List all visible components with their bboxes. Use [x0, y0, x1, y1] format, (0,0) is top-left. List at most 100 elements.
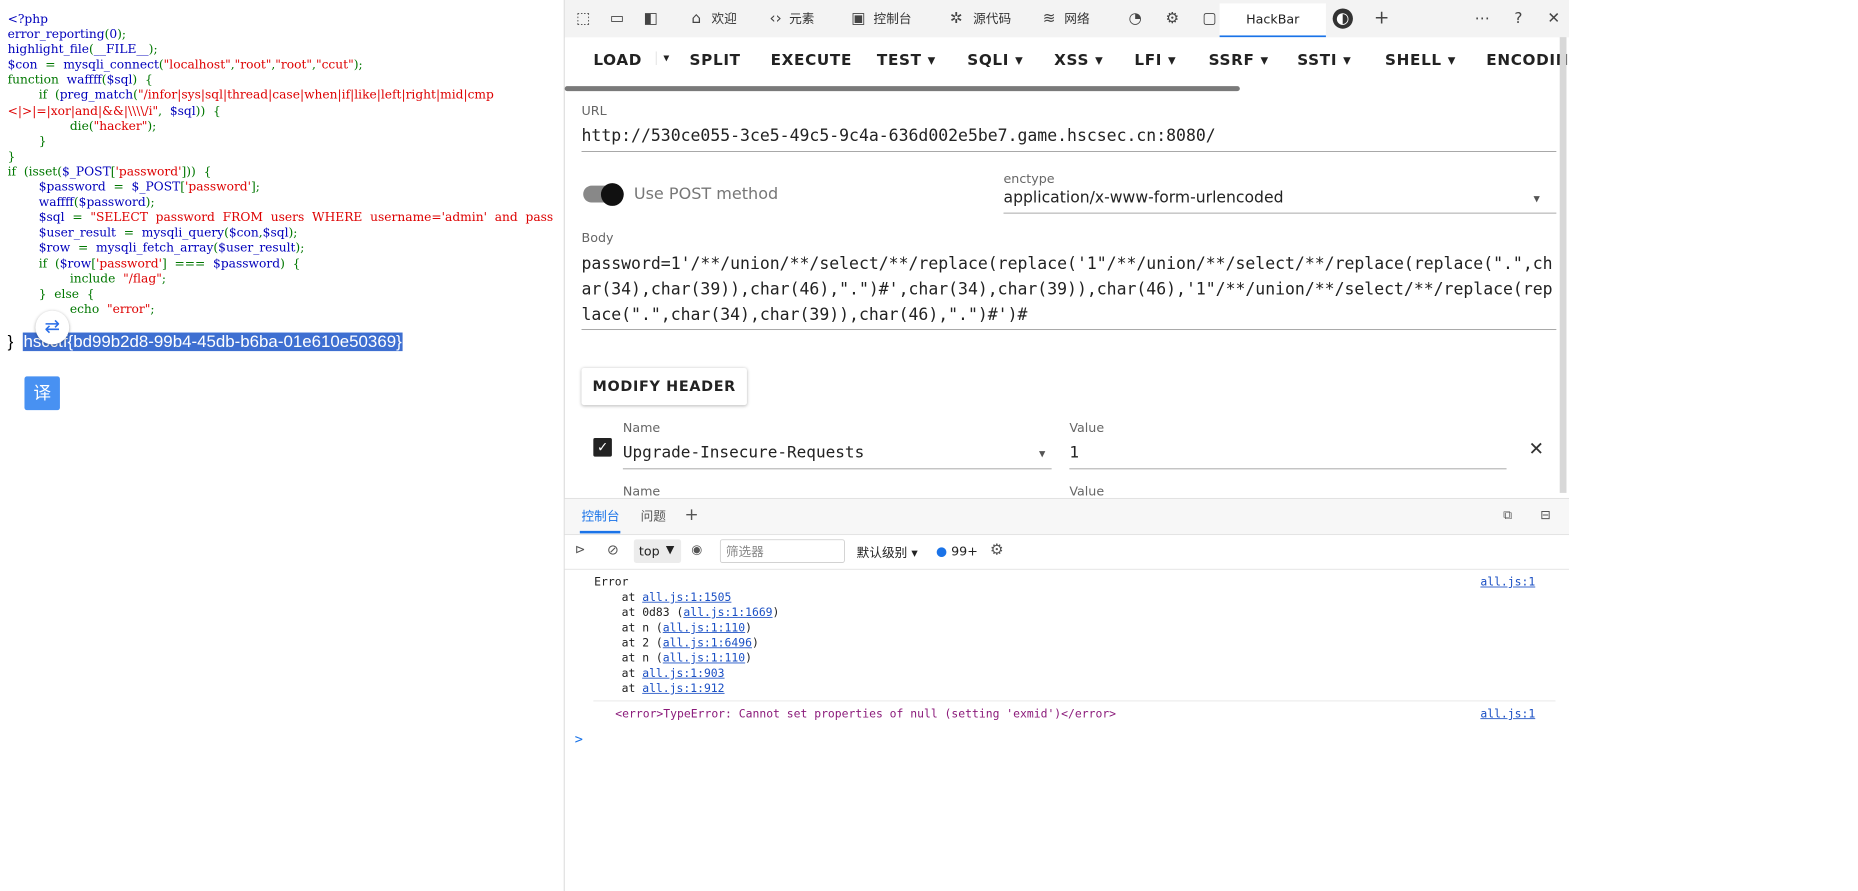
- ssti-menu[interactable]: SSTI ▾: [1297, 51, 1351, 69]
- tab-elements[interactable]: 元素: [789, 8, 814, 28]
- device-icon[interactable]: ▭: [607, 8, 627, 28]
- execute-button[interactable]: EXECUTE: [771, 51, 852, 69]
- home-icon[interactable]: ⌂: [686, 8, 706, 28]
- load-button[interactable]: LOAD: [593, 51, 642, 69]
- xss-label: XSS: [1054, 51, 1090, 70]
- console-drawer: 控制台 问题 + ⧉ ⊟ ⊳ ⊘ top ▼ ◉ 筛选器 默认级别 ▾ ● 99…: [564, 497, 1569, 891]
- gear-icon[interactable]: ⚙: [1162, 8, 1182, 28]
- type-error-source-link[interactable]: all.js:1: [1480, 707, 1535, 721]
- stack-frame: at all.js:1:1505: [594, 590, 732, 605]
- stack-frame-link[interactable]: all.js:1:1505: [642, 591, 731, 605]
- stack-frame: at n (all.js:1:110): [594, 621, 752, 635]
- code-line: }: [8, 149, 554, 164]
- encoding-menu[interactable]: ENCODING: [1486, 51, 1569, 69]
- code-token: =: [74, 241, 97, 256]
- header-value-label: Value: [1069, 420, 1105, 436]
- more-icon[interactable]: ⋯: [1472, 8, 1492, 28]
- console-prompt[interactable]: >: [575, 731, 583, 747]
- body-textarea[interactable]: password=1'/**/union/**/select/**/replac…: [582, 252, 1557, 328]
- split-button[interactable]: SPLIT: [690, 51, 741, 69]
- stack-frame-prefix: at: [594, 590, 643, 605]
- error-source-link[interactable]: all.js:1: [1480, 576, 1535, 590]
- body-label: Body: [581, 230, 614, 246]
- issues-counter[interactable]: ● 99+: [936, 544, 978, 559]
- tab-sources[interactable]: 源代码: [973, 8, 1011, 28]
- tab-console[interactable]: 控制台: [874, 8, 912, 28]
- lfi-menu[interactable]: LFI ▾: [1134, 51, 1176, 69]
- stack-frame-prefix: at: [594, 666, 643, 681]
- sidebar-toggle-icon[interactable]: ⊳: [575, 542, 586, 557]
- tab-hackbar[interactable]: HackBar: [1219, 3, 1326, 38]
- collapse-drawer-icon[interactable]: ⊟: [1540, 507, 1551, 522]
- header-checkbox[interactable]: ✓: [593, 438, 612, 457]
- xss-menu[interactable]: XSS ▾: [1054, 51, 1103, 69]
- add-tab-icon[interactable]: +: [1372, 8, 1392, 28]
- header-name-chevron-icon[interactable]: ▾: [1039, 446, 1045, 461]
- flag-text[interactable]: hscctf{bd99b2d8-99b4-45db-b6ba-01e610e50…: [22, 332, 403, 352]
- code-token: }: [7, 150, 16, 164]
- stack-frame: at all.js:1:903: [594, 666, 725, 681]
- tab-network[interactable]: 网络: [1064, 8, 1089, 28]
- stack-frame: at 0d83 (all.js:1:1669): [594, 605, 780, 620]
- code-line: $user_result = mysqli_query($con,$sql);: [8, 226, 554, 241]
- translate-button[interactable]: 译: [24, 376, 60, 411]
- tab-welcome[interactable]: 欢迎: [711, 8, 736, 28]
- filter-input[interactable]: 筛选器: [719, 539, 845, 563]
- sqli-menu[interactable]: SQLI ▾: [967, 51, 1023, 69]
- code-token: error_reporting: [7, 27, 105, 42]
- ssrf-menu[interactable]: SSRF ▾: [1209, 51, 1269, 69]
- shell-menu[interactable]: SHELL ▾: [1385, 51, 1456, 69]
- dock-icon[interactable]: ◧: [641, 8, 661, 28]
- stack-frame-link[interactable]: all.js:1:6496: [663, 636, 752, 650]
- stack-frame-link[interactable]: all.js:1:110: [663, 652, 745, 666]
- code-icon: ‹›: [769, 9, 782, 28]
- test-menu[interactable]: TEST ▾: [877, 51, 936, 69]
- stack-frame-prefix: at 0d83 (: [594, 605, 684, 620]
- drawer-tab-console[interactable]: 控制台: [582, 507, 620, 525]
- code-line: function waffff($sql) {: [8, 73, 554, 88]
- url-underline: [581, 151, 1557, 152]
- stack-frame: at all.js:1:912: [594, 682, 725, 696]
- remove-header-icon[interactable]: ✕: [1528, 439, 1544, 460]
- code-token: =: [109, 180, 132, 195]
- url-input[interactable]: http://530ce055-3ce5-49c5-9c4a-636d002e5…: [582, 126, 1216, 145]
- add-drawer-tab-icon[interactable]: +: [684, 504, 698, 524]
- code-token: die(: [7, 119, 94, 134]
- code-token: <?php: [7, 12, 48, 27]
- horizontal-scrollbar[interactable]: [564, 86, 1240, 92]
- code-token: "ccut": [315, 58, 354, 72]
- enctype-underline: [1003, 212, 1557, 214]
- stack-frame-link[interactable]: all.js:1:912: [642, 682, 724, 696]
- code-token: $sql: [106, 73, 133, 88]
- clear-console-icon[interactable]: ⊘: [607, 542, 619, 559]
- modify-header-button[interactable]: MODIFY HEADER: [581, 367, 747, 406]
- dock-drawer-icon[interactable]: ⧉: [1503, 507, 1512, 522]
- drawer-tab-issues[interactable]: 问题: [641, 507, 666, 525]
- code-line: $con = mysqli_connect("localhost","root"…: [8, 58, 554, 73]
- stack-frame-suffix: ): [745, 651, 752, 666]
- enctype-select[interactable]: application/x-www-form-urlencoded: [1004, 189, 1284, 207]
- header-name-input[interactable]: Upgrade-Insecure-Requests: [623, 443, 864, 462]
- console-settings-icon[interactable]: ⚙: [990, 541, 1004, 559]
- context-selector[interactable]: top ▼: [633, 539, 682, 563]
- stack-frame-link[interactable]: all.js:1:1669: [683, 606, 772, 620]
- stack-frame-link[interactable]: all.js:1:110: [663, 621, 745, 635]
- extension-icon[interactable]: ◐: [1332, 8, 1353, 29]
- close-icon[interactable]: ✕: [1544, 8, 1564, 28]
- performance-icon[interactable]: ◔: [1125, 8, 1145, 28]
- load-dropdown-icon[interactable]: ▾: [655, 51, 670, 65]
- application-icon[interactable]: ▢: [1199, 8, 1219, 28]
- swap-icon[interactable]: ⇄: [35, 310, 70, 345]
- help-icon[interactable]: ?: [1508, 8, 1528, 28]
- header-value-input[interactable]: 1: [1069, 443, 1079, 462]
- inspect-icon[interactable]: ⬚: [573, 8, 593, 28]
- type-error-message: <error>TypeError: Cannot set properties …: [615, 707, 1117, 721]
- stack-frame-link[interactable]: all.js:1:903: [642, 667, 724, 681]
- code-token: "root": [234, 58, 272, 72]
- vertical-scrollbar[interactable]: [1559, 37, 1567, 493]
- eye-icon[interactable]: ◉: [691, 542, 702, 557]
- log-level-select[interactable]: 默认级别 ▾: [857, 544, 918, 562]
- post-toggle-knob[interactable]: [600, 183, 624, 206]
- chevron-down-icon[interactable]: ▾: [1534, 191, 1540, 206]
